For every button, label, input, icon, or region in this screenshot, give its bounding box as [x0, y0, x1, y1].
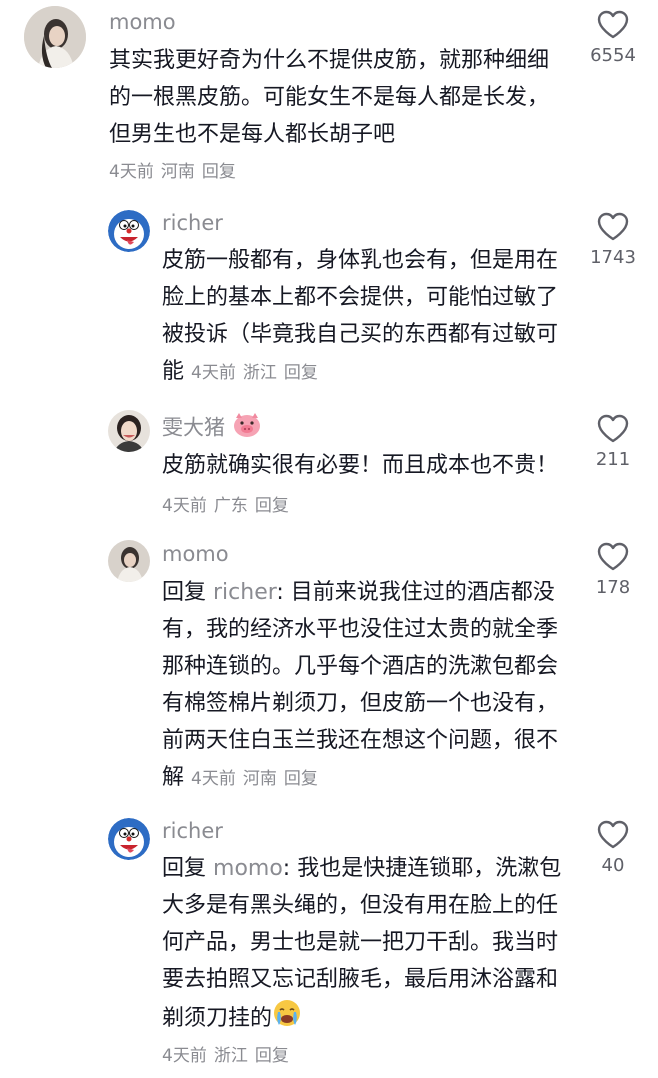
- like-count: 40: [601, 855, 625, 876]
- comment-time: 4天前: [191, 769, 236, 789]
- comment-text: 皮筋一般都有，身体乳也会有，但是用在脸上的基本上都不会提供，可能怕过敏了被投诉（…: [162, 242, 562, 392]
- avatar[interactable]: [24, 6, 86, 68]
- comment-body: : 目前来说我住过的酒店都没有，我的经济水平也没住过太贵的就全季那种连锁的。几乎…: [162, 580, 559, 790]
- comment-meta: 4天前 广东 回复: [162, 496, 296, 516]
- comment-meta: 4天前 河南 回复: [191, 769, 325, 789]
- like-button[interactable]: 178: [578, 542, 648, 599]
- heart-outline-icon: [597, 212, 629, 241]
- comment-text: 皮筋就确实很有必要！而且成本也不贵！ 4天前 广东 回复: [162, 447, 562, 525]
- comment-text: 其实我更好奇为什么不提供皮筋，就那种细细的一根黑皮筋。可能女生不是每人都是长发，…: [109, 42, 569, 153]
- username-text: 雯大猪: [162, 415, 225, 440]
- like-button[interactable]: 6554: [578, 10, 648, 67]
- comment-time: 4天前: [191, 363, 236, 383]
- reply-item: richer 回复 momo: 我也是快捷连锁耶，洗漱包大多是有黑头绳的，但没有…: [0, 812, 658, 1078]
- avatar[interactable]: [108, 210, 150, 252]
- reply-button[interactable]: 回复: [255, 1046, 289, 1066]
- crying-face-emoji-icon: [272, 998, 302, 1040]
- avatar[interactable]: [108, 410, 150, 452]
- like-count: 178: [595, 577, 631, 598]
- reply-item: momo 回复 richer: 目前来说我住过的酒店都没有，我的经济水平也没住过…: [0, 532, 658, 812]
- reply-button[interactable]: 回复: [284, 363, 318, 383]
- username[interactable]: 雯大猪: [162, 412, 262, 445]
- comment-body: 其实我更好奇为什么不提供皮筋，就那种细细的一根黑皮筋。可能女生不是每人都是长发，…: [109, 48, 550, 147]
- avatar[interactable]: [108, 540, 150, 582]
- reply-button[interactable]: 回复: [255, 496, 289, 516]
- comment-text: 回复 momo: 我也是快捷连锁耶，洗漱包大多是有黑头绳的，但没有用在脸上的任何…: [162, 850, 562, 1040]
- comment-time: 4天前: [109, 162, 154, 182]
- reply-button[interactable]: 回复: [202, 162, 236, 182]
- comment-location: 浙江: [213, 1046, 248, 1066]
- pig-face-emoji-icon: [232, 412, 262, 445]
- like-button[interactable]: 211: [578, 414, 648, 471]
- reply-target-username[interactable]: momo: [213, 856, 283, 881]
- reply-button[interactable]: 回复: [284, 769, 318, 789]
- comment-location: 河南: [160, 162, 195, 182]
- username[interactable]: momo: [109, 8, 176, 36]
- like-count: 6554: [590, 45, 636, 66]
- heart-outline-icon: [597, 414, 629, 443]
- username[interactable]: richer: [162, 817, 223, 845]
- comment-body: 皮筋就确实很有必要！而且成本也不贵！: [162, 453, 559, 478]
- reply-item: 雯大猪 皮筋就确实很有必要！而且成本也不贵！ 4天前 广东 回复 211: [0, 400, 658, 530]
- like-button[interactable]: 40: [578, 820, 648, 877]
- comment-time: 4天前: [162, 1046, 207, 1066]
- comment-location: 河南: [242, 769, 277, 789]
- comment-time: 4天前: [162, 496, 207, 516]
- comment-meta: 4天前 浙江 回复: [162, 1044, 296, 1068]
- heart-outline-icon: [597, 820, 629, 849]
- like-button[interactable]: 1743: [578, 212, 648, 269]
- avatar[interactable]: [108, 818, 150, 860]
- reply-item: richer 皮筋一般都有，身体乳也会有，但是用在脸上的基本上都不会提供，可能怕…: [0, 200, 658, 395]
- comment-item: momo 其实我更好奇为什么不提供皮筋，就那种细细的一根黑皮筋。可能女生不是每人…: [0, 0, 658, 195]
- comment-location: 广东: [213, 496, 248, 516]
- heart-outline-icon: [597, 542, 629, 571]
- comment-location: 浙江: [242, 363, 277, 383]
- comment-body: : 我也是快捷连锁耶，洗漱包大多是有黑头绳的，但没有用在脸上的任何产品，男士也是…: [162, 856, 562, 1031]
- comment-meta: 4天前 河南 回复: [109, 160, 243, 184]
- heart-outline-icon: [597, 10, 629, 39]
- comment-text: 回复 richer: 目前来说我住过的酒店都没有，我的经济水平也没住过太贵的就全…: [162, 574, 562, 798]
- username[interactable]: momo: [162, 540, 229, 568]
- like-count: 211: [595, 449, 631, 470]
- username[interactable]: richer: [162, 209, 223, 237]
- reply-target-username[interactable]: richer: [213, 580, 276, 605]
- reply-prefix: 回复: [162, 580, 207, 605]
- like-count: 1743: [590, 247, 636, 268]
- reply-prefix: 回复: [162, 856, 207, 881]
- comment-meta: 4天前 浙江 回复: [191, 363, 325, 383]
